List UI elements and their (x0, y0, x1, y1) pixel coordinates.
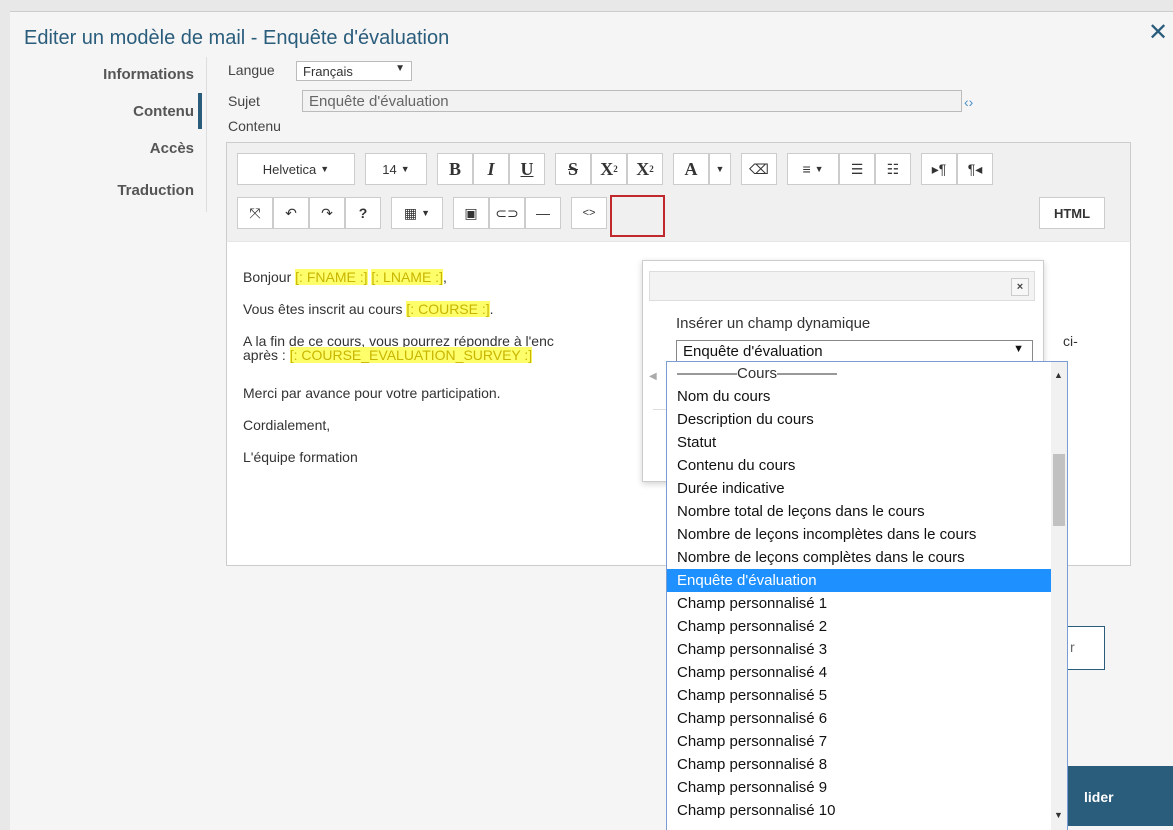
editor-line-survey-tag: après : [: COURSE_EVALUATION_SURVEY :] (243, 347, 533, 363)
bold-button[interactable]: B (437, 153, 473, 185)
numbered-list-icon[interactable]: ☷ (875, 153, 911, 185)
dropdown-option[interactable]: Champ personnalisé 3 (667, 638, 1051, 661)
langue-select[interactable]: Français ▼ (296, 61, 412, 81)
dropdown-option[interactable]: Contenu du cours (667, 454, 1051, 477)
dropdown-option[interactable]: Nombre total de leçons dans le cours (667, 500, 1051, 523)
lname-tag: [: LNAME :] (371, 269, 443, 285)
editor-line-course: Vous êtes inscrit au cours [: COURSE :]. (243, 301, 494, 317)
fullscreen-icon[interactable]: ⤧ (237, 197, 273, 229)
dropdown-option[interactable]: Champ personnalisé 9 (667, 776, 1051, 799)
undo-icon[interactable]: ↶ (273, 197, 309, 229)
dropdown-option[interactable]: Champ personnalisé 6 (667, 707, 1051, 730)
langue-value: Français (303, 64, 353, 79)
table-dropdown[interactable]: ▦ ▼ (391, 197, 443, 229)
strikethrough-button[interactable]: S (555, 153, 591, 185)
dropdown-option[interactable]: Durée indicative (667, 477, 1051, 500)
course-tag: [: COURSE :] (406, 301, 490, 317)
dropdown-option[interactable]: Nom du cours (667, 385, 1051, 408)
dynamic-field-dropdown-list[interactable]: ————Cours———— Nom du cours Description du… (666, 361, 1068, 830)
rtl-icon[interactable]: ¶◂ (957, 153, 993, 185)
html-button[interactable]: HTML (1039, 197, 1105, 229)
dropdown-option[interactable]: Champ personnalisé 10 (667, 799, 1051, 822)
help-button[interactable]: ? (345, 197, 381, 229)
superscript-button[interactable]: X2 (591, 153, 627, 185)
popup-close-button[interactable]: × (1011, 278, 1029, 296)
langue-label: Langue (228, 62, 275, 78)
underline-button[interactable]: U (509, 153, 545, 185)
dropdown-option[interactable]: Champ personnalisé 4 (667, 661, 1051, 684)
font-family-dropdown[interactable]: Helvetica ▼ (237, 153, 355, 185)
subscript-button[interactable]: X2 (627, 153, 663, 185)
chevron-down-icon: ▼ (1013, 343, 1024, 355)
chevron-down-icon: ▼ (395, 63, 405, 74)
editor-line-signature: L'équipe formation (243, 449, 358, 465)
sidebar-item-traduction[interactable]: Traduction (117, 182, 194, 199)
active-tab-indicator (198, 93, 202, 129)
dropdown-option[interactable]: Nombre de leçons complètes dans le cours (667, 546, 1051, 569)
popup-header: × (649, 271, 1035, 301)
editor-line-survey-end: ci- (1063, 333, 1078, 349)
close-icon[interactable]: ✕ (1148, 21, 1168, 45)
editor-toolbar: Helvetica ▼ 14 ▼ B I U S X2 X2 A ▼ ⌫ ≡ ▼ ☰ … (226, 142, 1131, 242)
dropdown-option-selected[interactable]: Enquête d'évaluation (667, 569, 1051, 592)
contenu-label: Contenu (228, 118, 281, 134)
editor-line-regards: Cordialement, (243, 417, 331, 433)
link-icon[interactable]: ⊂⊃ (489, 197, 525, 229)
valider-button[interactable]: lider (1058, 766, 1173, 826)
sujet-label: Sujet (228, 93, 260, 109)
text-color-button[interactable]: A (673, 153, 709, 185)
editor-line-greeting: Bonjour [: FNAME :] [: LNAME :], (243, 269, 447, 285)
redo-icon[interactable]: ↷ (309, 197, 345, 229)
sidebar-item-acces[interactable]: Accès (150, 140, 194, 157)
editor-line-thanks: Merci par avance pour votre participatio… (243, 385, 501, 401)
dropdown-option[interactable]: Champ personnalisé 5 (667, 684, 1051, 707)
option-group-cours: ————Cours———— (677, 365, 838, 382)
dropdown-option[interactable]: Champ personnalisé 8 (667, 753, 1051, 776)
text-color-dropdown[interactable]: ▼ (709, 153, 731, 185)
dropdown-option[interactable]: Description du cours (667, 408, 1051, 431)
dropdown-option[interactable]: Statut (667, 431, 1051, 454)
eraser-icon[interactable]: ⌫ (741, 153, 777, 185)
bullet-list-icon[interactable]: ☰ (839, 153, 875, 185)
sidebar-item-informations[interactable]: Informations (103, 66, 194, 83)
dynamic-field-select[interactable]: Enquête d'évaluation ▼ (676, 340, 1033, 362)
dropdown-option[interactable]: Nombre de leçons incomplètes dans le cou… (667, 523, 1051, 546)
highlight-annotation (610, 195, 665, 237)
insert-dynamic-field-icon[interactable]: <> (571, 197, 607, 229)
scroll-up-icon[interactable]: ▲ (1054, 370, 1063, 380)
edit-mail-template-dialog: Editer un modèle de mail - Enquête d'éva… (10, 11, 1173, 830)
dropdown-option[interactable]: Champ personnalisé 7 (667, 730, 1051, 753)
image-icon[interactable]: ▣ (453, 197, 489, 229)
dialog-title: Editer un modèle de mail - Enquête d'éva… (24, 27, 450, 49)
chevron-left-icon: ◀ (649, 371, 657, 382)
dropdown-option[interactable]: Champ personnalisé 2 (667, 615, 1051, 638)
subject-input[interactable]: Enquête d'évaluation (302, 90, 962, 112)
fname-tag: [: FNAME :] (295, 269, 368, 285)
popup-label: Insérer un champ dynamique (676, 315, 871, 332)
option-list: ————Cours———— Nom du cours Description du… (667, 362, 1051, 822)
ltr-icon[interactable]: ▸¶ (921, 153, 957, 185)
italic-button[interactable]: I (473, 153, 509, 185)
horizontal-rule-icon[interactable]: — (525, 197, 561, 229)
survey-tag: [: COURSE_EVALUATION_SURVEY :] (289, 347, 533, 363)
dropdown-scrollbar[interactable]: ▲ ▼ (1051, 362, 1067, 830)
editor-line-survey-start: A la fin de ce cours, vous pourrez répon… (243, 333, 554, 349)
dropdown-option[interactable]: Champ personnalisé 1 (667, 592, 1051, 615)
align-dropdown[interactable]: ≡ ▼ (787, 153, 839, 185)
insert-field-icon[interactable]: ‹› (964, 94, 973, 110)
scroll-down-icon[interactable]: ▼ (1054, 810, 1063, 820)
font-size-dropdown[interactable]: 14 ▼ (365, 153, 427, 185)
sidebar-divider (206, 57, 207, 212)
sidebar-item-contenu[interactable]: Contenu (133, 103, 194, 120)
scrollbar-thumb[interactable] (1053, 454, 1065, 526)
